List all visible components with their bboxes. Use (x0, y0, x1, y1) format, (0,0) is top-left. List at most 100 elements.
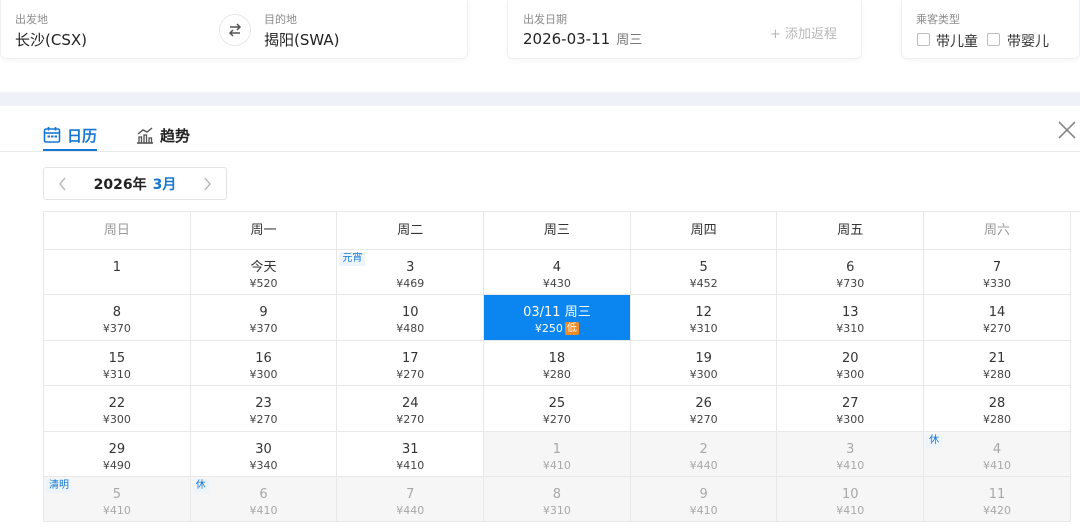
calendar-day[interactable]: 休 4 ¥410 (924, 431, 1071, 477)
calendar-day[interactable]: 清明 5 ¥410 (44, 476, 191, 523)
calendar-day[interactable]: 2 ¥440 (630, 431, 778, 477)
day-price: ¥270 (396, 413, 425, 427)
day-number: 4 (552, 260, 562, 275)
day-price-row: ¥730 (777, 277, 923, 291)
day-number: 2 (699, 441, 708, 457)
weekday-header: 周一 (190, 212, 338, 250)
day-price-row: ¥300 (44, 413, 190, 427)
depart-date-field[interactable]: 出发日期 2026-03-11 周三 (508, 0, 748, 59)
calendar-day[interactable]: 11 ¥420 (924, 476, 1071, 523)
calendar-day[interactable]: 10 ¥480 (337, 295, 485, 341)
day-number: 25 (548, 396, 566, 412)
calendar-day[interactable]: 26 ¥270 (630, 386, 778, 432)
day-price-row: ¥520 (191, 277, 337, 291)
infant-checkbox[interactable] (987, 33, 1000, 46)
calendar-day[interactable]: 18 ¥280 (484, 340, 631, 387)
day-price: ¥469 (396, 277, 425, 290)
calendar-day[interactable]: 17 ¥270 (337, 340, 485, 387)
calendar-day[interactable]: 7 ¥330 (924, 250, 1071, 296)
day-price-row: ¥300 (191, 368, 337, 382)
calendar-day[interactable]: 1 ¥410 (484, 431, 631, 477)
day-number: 19 (695, 350, 712, 366)
day-number: 20 (842, 350, 859, 366)
day-price-row: ¥410 (44, 504, 190, 518)
calendar-day[interactable]: 31 ¥410 (337, 431, 485, 477)
day-number: 10 (401, 305, 419, 321)
calendar-day-selected[interactable]: 03/11 周三 ¥250 低 (484, 295, 631, 341)
calendar-day[interactable]: 25 ¥270 (484, 386, 631, 432)
calendar-day[interactable]: 10 ¥410 (777, 476, 925, 523)
calendar-day[interactable]: 12 ¥310 (630, 295, 778, 341)
swap-button[interactable] (219, 14, 251, 46)
day-price-row: ¥280 (924, 413, 1070, 427)
day-price-row: ¥410 (191, 504, 337, 518)
child-checkbox[interactable] (917, 33, 930, 46)
calendar-day[interactable]: 4 ¥430 (484, 250, 631, 296)
day-price-row: ¥440 (337, 504, 483, 518)
day-price: ¥310 (102, 367, 131, 381)
calendar-day[interactable]: 16 ¥300 (190, 340, 338, 387)
calendar-day[interactable]: 今天 ¥520 (190, 250, 338, 296)
day-price: ¥410 (102, 503, 131, 517)
origin-value: 长沙(CSX) (15, 31, 87, 49)
day-price: ¥490 (102, 458, 131, 472)
calendar-day[interactable]: 23 ¥270 (190, 386, 338, 432)
day-price: ¥370 (102, 322, 131, 336)
holiday-tag: 元宵 (339, 252, 366, 266)
calendar-day[interactable]: 3 ¥410 (777, 431, 925, 477)
calendar-day[interactable]: 21 ¥280 (924, 340, 1071, 387)
calendar-day[interactable]: 22 ¥300 (44, 386, 191, 432)
chevron-right-icon[interactable] (202, 177, 212, 191)
holiday-tag: 清明 (46, 478, 72, 493)
day-number: 26 (695, 396, 712, 412)
day-price: ¥520 (249, 277, 278, 290)
depart-value: 2026-03-11 周三 (523, 29, 642, 48)
day-number: 10 (842, 486, 859, 502)
day-price-row: ¥270 (337, 413, 483, 427)
calendar-day[interactable]: 休 6 ¥410 (190, 476, 338, 523)
origin-field[interactable]: 出发地 长沙(CSX) (1, 0, 211, 59)
calendar-day[interactable]: 24 ¥270 (337, 386, 485, 432)
calendar-day[interactable]: 9 ¥410 (630, 476, 778, 523)
day-price: ¥410 (982, 458, 1011, 472)
calendar-day[interactable]: 1 (44, 250, 191, 296)
day-number: 30 (255, 441, 272, 457)
calendar-day[interactable]: 30 ¥340 (190, 431, 338, 477)
calendar-day[interactable]: 19 ¥300 (630, 340, 778, 387)
calendar-day[interactable]: 28 ¥280 (924, 386, 1071, 432)
tab-trend[interactable]: 趋势 (136, 120, 190, 150)
chevron-left-icon[interactable] (58, 177, 68, 191)
calendar-day[interactable]: 29 ¥490 (44, 431, 191, 477)
calendar-day[interactable]: 14 ¥270 (924, 295, 1071, 341)
day-price-row: ¥270 (631, 413, 777, 427)
calendar-day[interactable]: 15 ¥310 (44, 340, 191, 387)
day-price: ¥440 (396, 503, 425, 517)
calendar-day[interactable]: 8 ¥370 (44, 295, 191, 341)
tab-calendar[interactable]: 日历 (43, 120, 97, 150)
destination-field[interactable]: 目的地 揭阳(SWA) (259, 0, 459, 59)
day-price-row: ¥469 (337, 277, 483, 291)
calendar-day[interactable]: 20 ¥300 (777, 340, 925, 387)
day-price-row: ¥410 (631, 504, 777, 518)
calendar-panel: 日历 趋势 2026年 3月 周日 周一 周二 周三 周四 周五 周六 1 今天 ¥520 元宵 3 ¥4… (0, 106, 1080, 531)
day-price: ¥270 (542, 413, 571, 427)
day-price: ¥310 (689, 322, 718, 336)
day-price-row: ¥280 (484, 368, 630, 382)
day-price: ¥300 (689, 367, 718, 381)
calendar-day[interactable]: 元宵 3 ¥469 (337, 250, 485, 296)
calendar-day[interactable]: 13 ¥310 (777, 295, 925, 341)
destination-value: 揭阳(SWA) (264, 31, 340, 49)
day-price-row: ¥270 (924, 322, 1070, 336)
day-number: 1 (552, 441, 562, 457)
calendar-day[interactable]: 27 ¥300 (777, 386, 925, 432)
calendar-day[interactable]: 6 ¥730 (777, 250, 925, 296)
calendar-day[interactable]: 5 ¥452 (630, 250, 778, 296)
weekday-header: 周五 (777, 212, 925, 250)
add-return-button[interactable]: + 添加返程 (770, 23, 837, 42)
calendar-day[interactable]: 9 ¥370 (190, 295, 338, 341)
date-card: 出发日期 2026-03-11 周三 + 添加返程 (507, 0, 862, 59)
calendar-day[interactable]: 7 ¥440 (337, 476, 485, 523)
calendar-day[interactable]: 8 ¥310 (484, 476, 631, 523)
tab-calendar-label: 日历 (67, 126, 98, 145)
close-icon[interactable] (1057, 120, 1077, 140)
